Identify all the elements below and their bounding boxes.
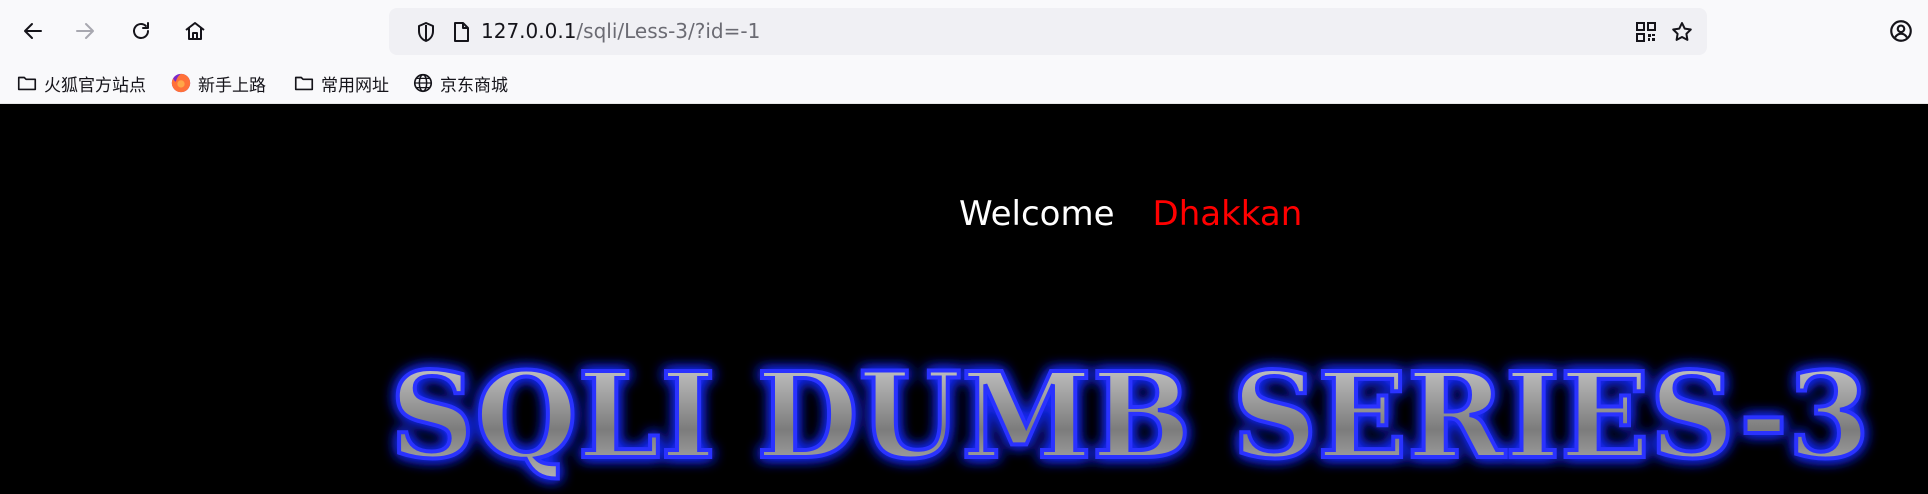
welcome-line: Welcome Dhakkan	[959, 194, 1302, 234]
home-button[interactable]	[176, 14, 214, 48]
forward-arrow-icon	[76, 23, 94, 39]
user-name-text: Dhakkan	[1152, 194, 1303, 234]
bookmark-star-icon[interactable]	[1663, 8, 1701, 55]
qr-code-icon[interactable]	[1627, 8, 1665, 55]
account-button[interactable]	[1882, 14, 1920, 48]
series-banner-image: SQLI DUMB SERIES-3	[388, 344, 1872, 487]
folder-icon	[16, 72, 38, 94]
url-domain: 127.0.0.1	[481, 19, 577, 43]
welcome-text: Welcome	[959, 194, 1115, 234]
home-icon	[185, 22, 205, 40]
bookmarks-toolbar: 火狐官方站点 新手上路 常用网址 京东商城	[0, 62, 1928, 104]
back-button[interactable]	[14, 14, 52, 48]
firefox-icon	[170, 72, 192, 94]
folder-icon	[293, 72, 315, 94]
bookmark-label: 火狐官方站点	[44, 75, 146, 96]
page-content: Welcome Dhakkan SQLI DUMB SERIES-3	[0, 104, 1928, 487]
back-arrow-icon	[24, 23, 42, 39]
url-text[interactable]: 127.0.0.1/sqli/Less-3/?id=-1	[481, 8, 760, 55]
browser-chrome: 127.0.0.1/sqli/Less-3/?id=-1 火狐官方站点 新手上路…	[0, 0, 1928, 104]
bookmark-label: 京东商城	[440, 75, 508, 96]
reload-button[interactable]	[122, 14, 160, 48]
bookmark-jd-mall[interactable]: 京东商城	[408, 68, 512, 98]
bookmark-label: 新手上路	[198, 75, 266, 96]
bookmark-label: 常用网址	[321, 75, 389, 96]
bookmark-getting-started[interactable]: 新手上路	[166, 68, 270, 98]
url-path: /sqli/Less-3/?id=-1	[576, 19, 761, 43]
account-icon	[1890, 20, 1912, 42]
reload-icon	[133, 22, 149, 39]
globe-icon	[412, 72, 434, 94]
bookmark-folder-firefox-official[interactable]: 火狐官方站点	[12, 68, 150, 98]
banner-text: SQLI DUMB SERIES-3	[390, 346, 1870, 485]
forward-button[interactable]	[66, 14, 104, 48]
tracking-protection-shield-icon[interactable]	[407, 8, 445, 55]
bookmark-folder-common-sites[interactable]: 常用网址	[289, 68, 393, 98]
page-info-icon[interactable]	[442, 8, 480, 55]
address-bar[interactable]: 127.0.0.1/sqli/Less-3/?id=-1	[389, 8, 1707, 55]
navigation-toolbar: 127.0.0.1/sqli/Less-3/?id=-1	[0, 0, 1928, 62]
